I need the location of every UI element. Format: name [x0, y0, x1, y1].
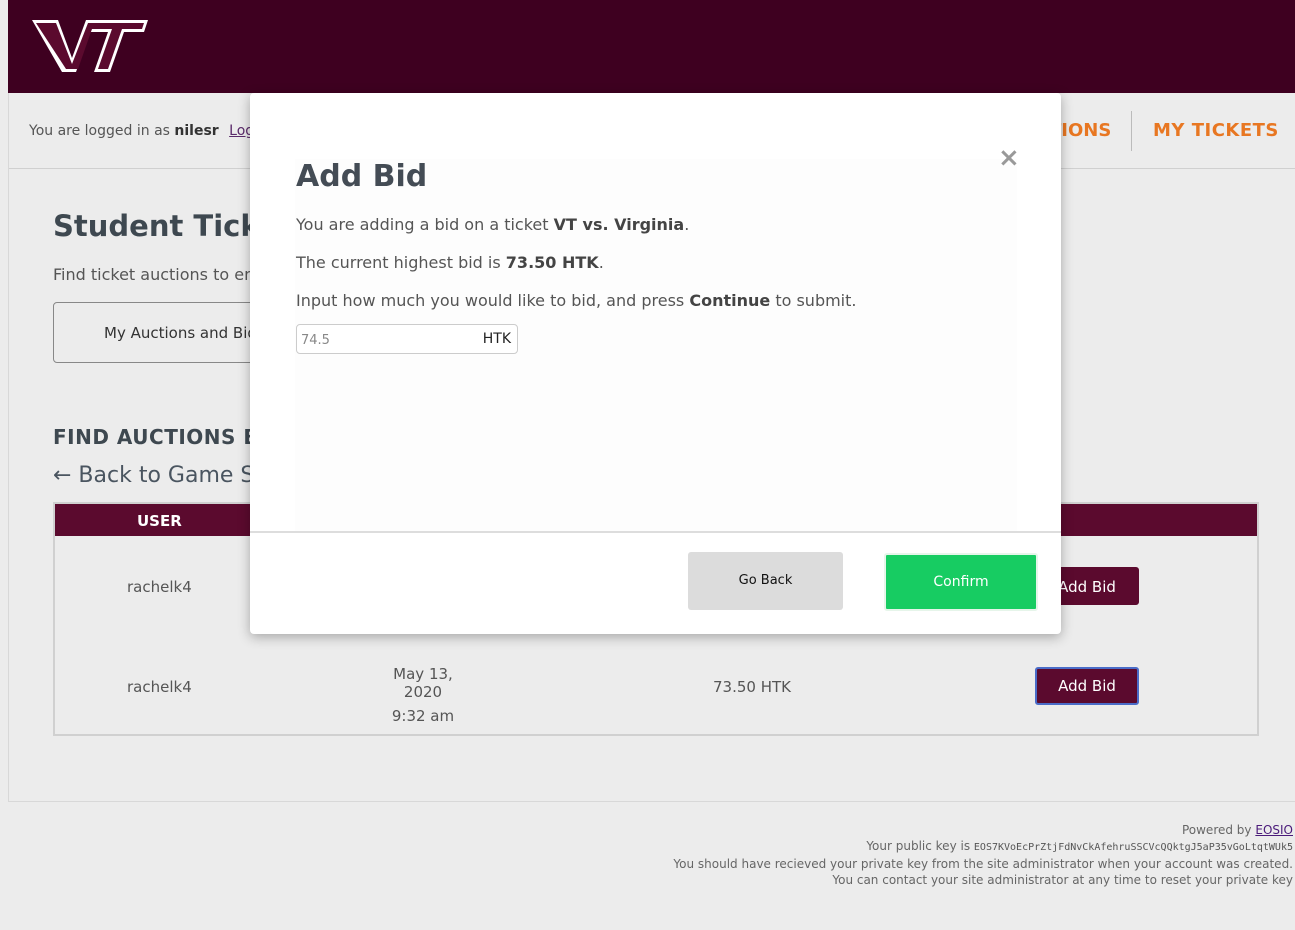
- confirm-button[interactable]: Confirm: [884, 553, 1038, 611]
- modal-title: Add Bid: [296, 159, 428, 194]
- close-icon[interactable]: ×: [998, 143, 1020, 173]
- highest-prefix: The current highest bid is: [296, 253, 501, 272]
- modal-line-ticket: You are adding a bid on a ticket VT vs. …: [296, 215, 690, 234]
- bid-amount-input[interactable]: [301, 329, 471, 351]
- add-bid-modal: × Add Bid You are adding a bid on a tick…: [250, 93, 1061, 634]
- bid-amount-field[interactable]: HTK: [296, 324, 518, 354]
- bid-unit-label: HTK: [482, 331, 511, 347]
- modal-line-highest: The current highest bid is 73.50 HTK.: [296, 253, 604, 272]
- ticket-game: VT vs. Virginia: [553, 215, 685, 234]
- instructions-action: Continue: [689, 291, 771, 310]
- instructions-prefix: Input how much you would like to bid, an…: [296, 291, 685, 310]
- modal-line-instructions: Input how much you would like to bid, an…: [296, 291, 856, 310]
- go-back-button[interactable]: Go Back: [688, 552, 843, 610]
- instructions-suffix: to submit.: [775, 291, 857, 310]
- highest-amount: 73.50 HTK: [505, 253, 599, 272]
- modal-divider: [250, 531, 1061, 533]
- ticket-prefix: You are adding a bid on a ticket: [296, 215, 549, 234]
